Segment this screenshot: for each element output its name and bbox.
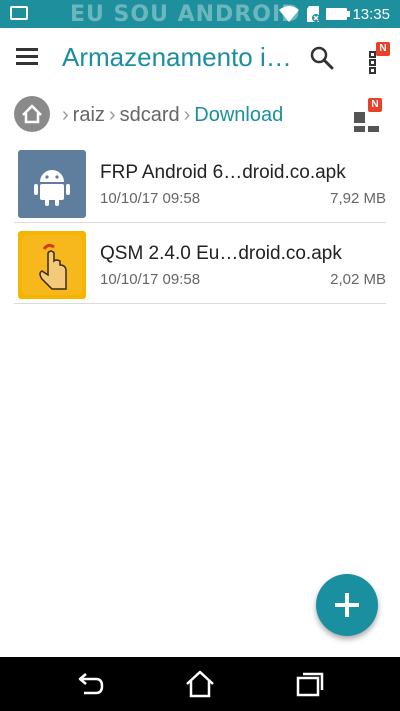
view-toggle-button[interactable]: N bbox=[354, 98, 382, 132]
recents-icon[interactable] bbox=[294, 669, 326, 699]
home-icon[interactable] bbox=[184, 669, 216, 699]
breadcrumb: › raiz › sdcard › Download bbox=[0, 96, 400, 136]
breadcrumb-item-raiz[interactable]: raiz bbox=[73, 104, 105, 127]
file-size: 7,92 MB bbox=[330, 190, 386, 207]
gallery-icon bbox=[10, 6, 28, 20]
status-icons bbox=[278, 5, 350, 23]
chevron-right-icon: › bbox=[183, 104, 191, 126]
grid-view-icon bbox=[354, 112, 365, 123]
add-button[interactable] bbox=[316, 574, 378, 636]
breadcrumb-item-sdcard[interactable]: sdcard bbox=[120, 104, 180, 127]
new-badge: N bbox=[376, 42, 390, 56]
file-date: 10/10/17 09:58 bbox=[100, 271, 201, 288]
file-name: QSM 2.4.0 Eu…droid.co.apk bbox=[100, 243, 342, 264]
list-item[interactable]: FRP Android 6…droid.co.apk 10/10/17 09:5… bbox=[14, 142, 386, 223]
touch-app-icon bbox=[18, 231, 86, 299]
navigation-bar bbox=[0, 657, 400, 711]
home-icon bbox=[22, 104, 42, 124]
wifi-icon bbox=[279, 6, 299, 22]
status-time: 13:35 bbox=[352, 6, 390, 23]
menu-icon[interactable] bbox=[16, 48, 38, 66]
back-icon[interactable] bbox=[74, 669, 106, 699]
chevron-right-icon: › bbox=[62, 104, 69, 126]
search-icon[interactable] bbox=[308, 44, 336, 72]
breadcrumb-home[interactable] bbox=[14, 96, 50, 132]
sd-card-icon bbox=[307, 6, 320, 22]
file-name: FRP Android 6…droid.co.apk bbox=[100, 162, 346, 183]
file-list: FRP Android 6…droid.co.apk 10/10/17 09:5… bbox=[14, 142, 386, 304]
page-title: Armazenamento i… bbox=[62, 42, 292, 72]
android-apk-icon bbox=[18, 150, 86, 218]
watermark-text: EU SOU ANDROID bbox=[70, 2, 301, 27]
status-bar: EU SOU ANDROID 13:35 bbox=[0, 0, 400, 28]
list-item[interactable]: QSM 2.4.0 Eu…droid.co.apk 10/10/17 09:58… bbox=[14, 223, 386, 304]
new-badge: N bbox=[368, 98, 382, 112]
more-options-button[interactable]: N bbox=[366, 42, 390, 74]
file-date: 10/10/17 09:58 bbox=[100, 190, 201, 207]
battery-icon bbox=[326, 8, 350, 20]
breadcrumb-item-download[interactable]: Download bbox=[194, 104, 283, 127]
file-size: 2,02 MB bbox=[330, 271, 386, 288]
chevron-right-icon: › bbox=[108, 104, 116, 126]
app-bar: Armazenamento i… N bbox=[0, 28, 400, 90]
